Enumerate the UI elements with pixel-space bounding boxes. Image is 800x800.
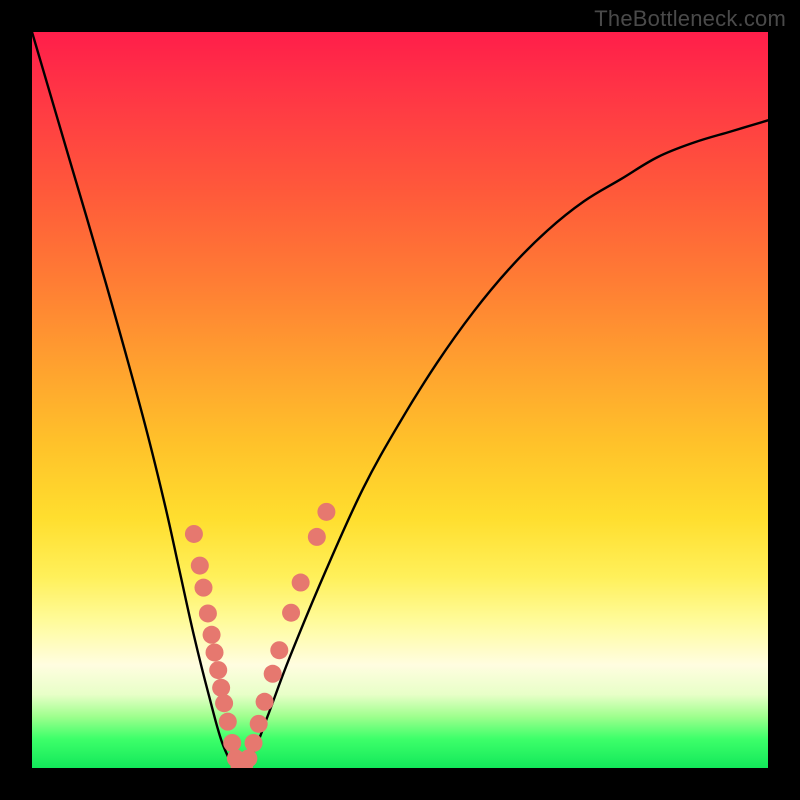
data-marker — [270, 641, 288, 659]
chart-frame: TheBottleneck.com — [0, 0, 800, 800]
data-marker — [256, 693, 274, 711]
data-marker — [219, 713, 237, 731]
markers-layer — [185, 503, 335, 768]
data-marker — [317, 503, 335, 521]
data-marker — [199, 604, 217, 622]
data-marker — [282, 604, 300, 622]
data-marker — [185, 525, 203, 543]
chart-svg — [32, 32, 768, 768]
curve-layer — [32, 32, 768, 768]
data-marker — [203, 626, 221, 644]
data-marker — [209, 661, 227, 679]
data-marker — [292, 574, 310, 592]
data-marker — [223, 734, 241, 752]
data-marker — [264, 665, 282, 683]
plot-area — [32, 32, 768, 768]
bottleneck-curve-path — [32, 32, 768, 768]
data-marker — [194, 579, 212, 597]
data-marker — [212, 679, 230, 697]
data-marker — [215, 694, 233, 712]
data-marker — [206, 643, 224, 661]
data-marker — [308, 528, 326, 546]
data-marker — [250, 715, 268, 733]
data-marker — [239, 749, 257, 767]
data-marker — [245, 734, 263, 752]
data-marker — [191, 557, 209, 575]
watermark-text: TheBottleneck.com — [594, 6, 786, 32]
